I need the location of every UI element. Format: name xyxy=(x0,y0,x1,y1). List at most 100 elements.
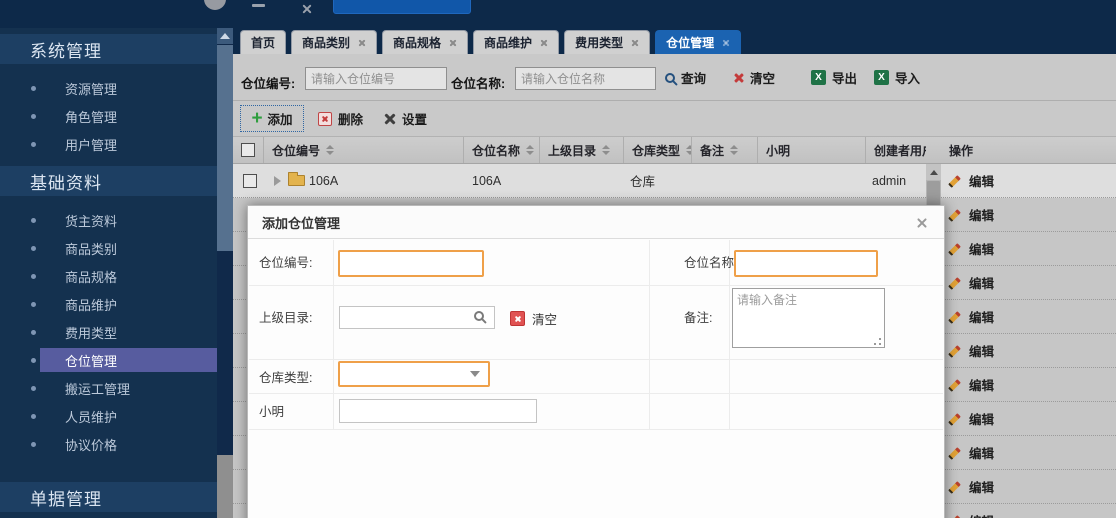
sidebar-item-bin-management[interactable]: 仓位管理 xyxy=(0,346,217,374)
settings-button[interactable]: 设置 xyxy=(383,109,427,128)
dialog-bin-code-label: 仓位编号: xyxy=(259,249,312,277)
tab-goods-category[interactable]: 商品类别 xyxy=(291,30,377,54)
tab-home[interactable]: 首页 xyxy=(240,30,286,54)
scroll-up-icon[interactable] xyxy=(926,164,941,180)
edit-button[interactable]: 编辑 xyxy=(947,198,994,231)
avatar xyxy=(204,0,226,10)
plus-icon: + xyxy=(251,112,262,126)
header-blue-button[interactable] xyxy=(333,0,471,14)
dialog-header[interactable]: 添加仓位管理 xyxy=(248,206,944,239)
sort-icon[interactable] xyxy=(526,145,534,155)
edit-button[interactable]: 编辑 xyxy=(947,504,994,518)
dialog-remark-label: 备注: xyxy=(684,304,712,332)
sidebar-nav: 系统管理 资源管理 角色管理 用户管理 基础资料 货主资料 商品类别 商品规格 … xyxy=(0,28,217,518)
column-header-creator[interactable]: 创建者用户号 xyxy=(866,137,926,163)
tab-goods-spec[interactable]: 商品规格 xyxy=(382,30,468,54)
sidebar-section-documents[interactable]: 单据管理 xyxy=(0,482,217,512)
magnifier-icon[interactable] xyxy=(474,311,484,321)
tab-fee-type[interactable]: 费用类型 xyxy=(564,30,650,54)
tab-close-icon[interactable] xyxy=(631,39,639,47)
sidebar-item-role[interactable]: 角色管理 xyxy=(0,102,217,130)
column-header-actions: 操作 xyxy=(941,137,1116,163)
dialog-close-icon[interactable] xyxy=(916,217,928,229)
scroll-up-icon[interactable] xyxy=(217,28,233,44)
table-row[interactable]: 106A 106A 仓库 admin 编辑 xyxy=(233,164,1116,198)
sort-icon[interactable] xyxy=(602,145,610,155)
minimize-icon[interactable] xyxy=(252,4,265,7)
scrollbar-thumb[interactable] xyxy=(217,45,233,251)
resize-grip-icon[interactable] xyxy=(874,338,881,345)
edit-button[interactable]: 编辑 xyxy=(947,470,994,503)
column-header-warehouse-type[interactable]: 仓库类型 xyxy=(624,137,692,163)
red-x-box-icon xyxy=(510,311,525,326)
tab-close-icon[interactable] xyxy=(358,39,366,47)
form-grid-line xyxy=(249,359,943,360)
select-all-checkbox[interactable] xyxy=(241,143,255,157)
main-vertical-scrollbar[interactable] xyxy=(217,28,233,518)
bullet-icon xyxy=(31,442,36,447)
row-checkbox-cell xyxy=(243,164,257,197)
delete-button[interactable]: 删除 xyxy=(318,109,363,128)
bin-name-input[interactable] xyxy=(515,67,656,90)
sidebar-item-resource[interactable]: 资源管理 xyxy=(0,74,217,102)
column-header-bin-name[interactable]: 仓位名称 xyxy=(464,137,540,163)
clear-button[interactable]: 清空 xyxy=(733,68,775,87)
sidebar-item-goods-spec[interactable]: 商品规格 xyxy=(0,262,217,290)
sidebar-item-goods-category[interactable]: 商品类别 xyxy=(0,234,217,262)
bin-code-input[interactable] xyxy=(305,67,447,90)
sidebar-item-agreement-price[interactable]: 协议价格 xyxy=(0,430,217,458)
export-button[interactable]: 导出 xyxy=(811,68,857,87)
close-icon[interactable] xyxy=(301,3,312,14)
import-button[interactable]: 导入 xyxy=(874,68,920,87)
window-titlebar xyxy=(0,0,1116,28)
edit-button[interactable]: 编辑 xyxy=(947,300,994,333)
form-grid-line xyxy=(249,393,943,394)
add-button[interactable]: +添加 xyxy=(240,105,304,132)
row-checkbox[interactable] xyxy=(243,174,257,188)
sidebar-section-system[interactable]: 系统管理 xyxy=(0,34,217,64)
edit-button[interactable]: 编辑 xyxy=(947,266,994,299)
sidebar-section-basedata[interactable]: 基础资料 xyxy=(0,166,217,196)
pencil-icon xyxy=(947,411,962,426)
edit-button[interactable]: 编辑 xyxy=(947,402,994,435)
query-button[interactable]: 查询 xyxy=(665,68,706,87)
edit-button[interactable]: 编辑 xyxy=(947,436,994,469)
dialog-bin-code-input[interactable] xyxy=(338,250,484,277)
dialog-parent-lookup-input[interactable] xyxy=(339,306,495,329)
form-grid-line xyxy=(249,429,943,430)
tab-goods-maintain[interactable]: 商品维护 xyxy=(473,30,559,54)
sidebar-item-porter[interactable]: 搬运工管理 xyxy=(0,374,217,402)
column-header-parent[interactable]: 上级目录 xyxy=(540,137,624,163)
edit-button[interactable]: 编辑 xyxy=(947,334,994,367)
sort-icon[interactable] xyxy=(730,145,738,155)
column-header-xiaoming[interactable]: 小明 xyxy=(758,137,866,163)
tab-close-icon[interactable] xyxy=(722,39,730,47)
row-expander-cell xyxy=(274,164,281,197)
sort-icon[interactable] xyxy=(326,145,334,155)
bullet-icon xyxy=(31,358,36,363)
triangle-right-icon[interactable] xyxy=(274,176,281,186)
sidebar-item-user[interactable]: 用户管理 xyxy=(0,130,217,158)
sidebar-item-goods-maintain[interactable]: 商品维护 xyxy=(0,290,217,318)
tab-close-icon[interactable] xyxy=(540,39,548,47)
sidebar-item-personnel[interactable]: 人员维护 xyxy=(0,402,217,430)
app-window: 系统管理 资源管理 角色管理 用户管理 基础资料 货主资料 商品类别 商品规格 … xyxy=(0,0,1116,518)
dialog-bin-name-input[interactable] xyxy=(734,250,878,277)
excel-icon xyxy=(811,70,826,85)
edit-button[interactable]: 编辑 xyxy=(947,368,994,401)
column-header-remark[interactable]: 备注 xyxy=(692,137,758,163)
red-x-icon xyxy=(733,72,744,83)
sidebar-item-owner[interactable]: 货主资料 xyxy=(0,206,217,234)
edit-button[interactable]: 编辑 xyxy=(947,164,994,197)
sidebar-item-fee-type[interactable]: 费用类型 xyxy=(0,318,217,346)
cell-bin-name: 106A xyxy=(472,164,501,197)
edit-button[interactable]: 编辑 xyxy=(947,232,994,265)
dialog-warehouse-type-select[interactable] xyxy=(338,361,490,387)
dialog-xiaoming-input[interactable] xyxy=(339,399,537,423)
tab-bin-management[interactable]: 仓位管理 xyxy=(655,30,741,54)
dialog-clear-button[interactable]: 清空 xyxy=(510,309,557,328)
column-header-bin-code[interactable]: 仓位编号 xyxy=(264,137,464,163)
pencil-icon xyxy=(947,309,962,324)
tab-close-icon[interactable] xyxy=(449,39,457,47)
dialog-remark-textarea[interactable] xyxy=(732,288,885,348)
